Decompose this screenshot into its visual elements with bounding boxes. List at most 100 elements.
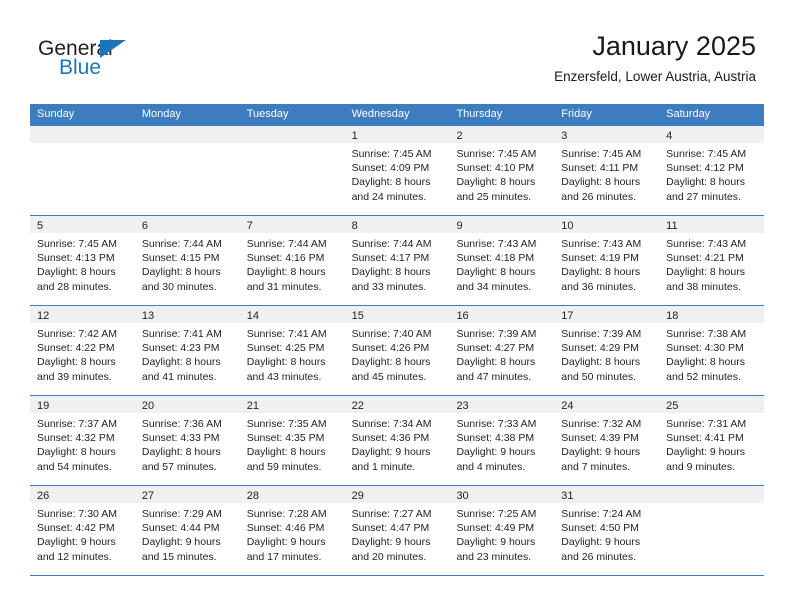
daylight-text-line1: Daylight: 8 hours xyxy=(246,446,326,459)
day-details: Sunrise: 7:45 AM Sunset: 4:09 PM Dayligh… xyxy=(345,143,450,204)
weekday-header-wednesday: Wednesday xyxy=(351,108,410,120)
day-number: 14 xyxy=(246,310,259,322)
day-number: 11 xyxy=(666,220,678,232)
day-cell[interactable]: 1 Sunrise: 7:45 AM Sunset: 4:09 PM Dayli… xyxy=(344,126,450,215)
day-details: Sunrise: 7:37 AM Sunset: 4:32 PM Dayligh… xyxy=(30,413,135,474)
sunset-text: Sunset: 4:29 PM xyxy=(561,342,639,355)
day-cell[interactable]: 17 Sunrise: 7:39 AM Sunset: 4:29 PM Dayl… xyxy=(554,306,660,395)
day-cell[interactable]: 24 Sunrise: 7:32 AM Sunset: 4:39 PM Dayl… xyxy=(554,396,660,485)
day-cell[interactable]: 30 Sunrise: 7:25 AM Sunset: 4:49 PM Dayl… xyxy=(449,486,555,575)
day-cell[interactable]: 6 Sunrise: 7:44 AM Sunset: 4:15 PM Dayli… xyxy=(134,216,240,305)
day-cell[interactable]: 20 Sunrise: 7:36 AM Sunset: 4:33 PM Dayl… xyxy=(134,396,240,485)
day-cell[interactable] xyxy=(239,126,345,215)
sunset-text: Sunset: 4:36 PM xyxy=(351,432,430,445)
day-cell[interactable]: 18 Sunrise: 7:38 AM Sunset: 4:30 PM Dayl… xyxy=(659,306,765,395)
day-cell[interactable]: 29 Sunrise: 7:27 AM Sunset: 4:47 PM Dayl… xyxy=(344,486,450,575)
day-cell[interactable]: 8 Sunrise: 7:44 AM Sunset: 4:17 PM Dayli… xyxy=(344,216,450,305)
week-row: 26 Sunrise: 7:30 AM Sunset: 4:42 PM Dayl… xyxy=(30,485,765,575)
sunset-text: Sunset: 4:33 PM xyxy=(141,432,220,445)
day-details: Sunrise: 7:28 AM Sunset: 4:46 PM Dayligh… xyxy=(240,503,345,564)
sunrise-text: Sunrise: 7:44 AM xyxy=(246,238,327,250)
week-row: 12 Sunrise: 7:42 AM Sunset: 4:22 PM Dayl… xyxy=(30,305,765,395)
sunset-text: Sunset: 4:26 PM xyxy=(351,342,430,355)
daylight-text-line1: Daylight: 8 hours xyxy=(561,356,641,369)
day-cell[interactable] xyxy=(134,126,240,215)
sunset-text: Sunset: 4:39 PM xyxy=(561,432,639,445)
day-cell[interactable]: 12 Sunrise: 7:42 AM Sunset: 4:22 PM Dayl… xyxy=(30,306,135,395)
day-number-band: 5 xyxy=(30,216,135,233)
daylight-text-line2: and 7 minutes. xyxy=(561,460,631,473)
day-cell[interactable]: 21 Sunrise: 7:35 AM Sunset: 4:35 PM Dayl… xyxy=(239,396,345,485)
daylight-text-line1: Daylight: 9 hours xyxy=(456,536,536,549)
day-number-band xyxy=(239,126,345,143)
day-cell[interactable]: 28 Sunrise: 7:28 AM Sunset: 4:46 PM Dayl… xyxy=(239,486,345,575)
day-cell[interactable]: 7 Sunrise: 7:44 AM Sunset: 4:16 PM Dayli… xyxy=(239,216,345,305)
day-cell[interactable]: 22 Sunrise: 7:34 AM Sunset: 4:36 PM Dayl… xyxy=(344,396,450,485)
daylight-text-line1: Daylight: 9 hours xyxy=(246,536,326,549)
day-number: 29 xyxy=(351,490,364,502)
day-details: Sunrise: 7:43 AM Sunset: 4:18 PM Dayligh… xyxy=(449,233,554,294)
day-number-band: 2 xyxy=(449,126,555,143)
daylight-text-line2: and 23 minutes. xyxy=(456,550,532,563)
day-details: Sunrise: 7:39 AM Sunset: 4:27 PM Dayligh… xyxy=(449,323,554,384)
day-cell[interactable]: 31 Sunrise: 7:24 AM Sunset: 4:50 PM Dayl… xyxy=(554,486,660,575)
day-cell[interactable] xyxy=(659,486,765,575)
day-cell[interactable]: 2 Sunrise: 7:45 AM Sunset: 4:10 PM Dayli… xyxy=(449,126,555,215)
sunset-text: Sunset: 4:38 PM xyxy=(456,432,535,445)
sunset-text: Sunset: 4:47 PM xyxy=(351,522,430,535)
day-cell[interactable]: 15 Sunrise: 7:40 AM Sunset: 4:26 PM Dayl… xyxy=(344,306,450,395)
day-details: Sunrise: 7:27 AM Sunset: 4:47 PM Dayligh… xyxy=(345,503,450,564)
day-number-band: 23 xyxy=(449,396,555,413)
sunrise-text: Sunrise: 7:28 AM xyxy=(246,508,327,520)
daylight-text-line1: Daylight: 8 hours xyxy=(561,176,641,189)
sunrise-text: Sunrise: 7:24 AM xyxy=(561,508,642,520)
day-number-band: 30 xyxy=(449,486,555,503)
day-cell[interactable]: 5 Sunrise: 7:45 AM Sunset: 4:13 PM Dayli… xyxy=(30,216,135,305)
daylight-text-line1: Daylight: 8 hours xyxy=(351,176,431,189)
day-number: 17 xyxy=(561,310,574,322)
day-details: Sunrise: 7:44 AM Sunset: 4:16 PM Dayligh… xyxy=(240,233,345,294)
day-number-band xyxy=(30,126,135,143)
sunrise-text: Sunrise: 7:37 AM xyxy=(37,418,117,430)
day-number-band: 20 xyxy=(134,396,240,413)
sunset-text: Sunset: 4:49 PM xyxy=(456,522,535,535)
sunrise-text: Sunrise: 7:33 AM xyxy=(456,418,537,430)
daylight-text-line1: Daylight: 9 hours xyxy=(351,536,431,549)
day-cell[interactable]: 11 Sunrise: 7:43 AM Sunset: 4:21 PM Dayl… xyxy=(659,216,765,305)
day-number-band: 12 xyxy=(30,306,135,323)
daylight-text-line2: and 26 minutes. xyxy=(561,190,637,203)
day-cell[interactable]: 19 Sunrise: 7:37 AM Sunset: 4:32 PM Dayl… xyxy=(30,396,135,485)
day-cell[interactable]: 26 Sunrise: 7:30 AM Sunset: 4:42 PM Dayl… xyxy=(30,486,135,575)
daylight-text-line1: Daylight: 8 hours xyxy=(456,356,536,369)
brand-name-blue: Blue xyxy=(59,56,102,79)
day-number-band: 9 xyxy=(449,216,555,233)
day-number-band: 4 xyxy=(659,126,765,143)
weekday-header-monday: Monday xyxy=(141,108,181,120)
daylight-text-line2: and 28 minutes. xyxy=(37,280,112,293)
day-cell[interactable]: 4 Sunrise: 7:45 AM Sunset: 4:12 PM Dayli… xyxy=(659,126,765,215)
sunrise-text: Sunrise: 7:35 AM xyxy=(246,418,327,430)
day-number-band: 6 xyxy=(134,216,240,233)
day-cell[interactable]: 14 Sunrise: 7:41 AM Sunset: 4:25 PM Dayl… xyxy=(239,306,345,395)
day-cell[interactable]: 16 Sunrise: 7:39 AM Sunset: 4:27 PM Dayl… xyxy=(449,306,555,395)
day-cell[interactable]: 25 Sunrise: 7:31 AM Sunset: 4:41 PM Dayl… xyxy=(659,396,765,485)
sunrise-text: Sunrise: 7:44 AM xyxy=(141,238,222,250)
day-cell[interactable]: 10 Sunrise: 7:43 AM Sunset: 4:19 PM Dayl… xyxy=(554,216,660,305)
day-number: 2 xyxy=(456,130,463,142)
day-number: 15 xyxy=(351,310,364,322)
day-number: 9 xyxy=(456,220,463,232)
weekday-header-thursday: Thursday xyxy=(456,108,503,120)
day-details: Sunrise: 7:25 AM Sunset: 4:49 PM Dayligh… xyxy=(449,503,554,564)
daylight-text-line2: and 4 minutes. xyxy=(456,460,526,473)
day-number-band: 21 xyxy=(239,396,345,413)
brand-logo[interactable]: General Blue xyxy=(38,38,158,86)
day-cell[interactable]: 9 Sunrise: 7:43 AM Sunset: 4:18 PM Dayli… xyxy=(449,216,555,305)
day-cell[interactable]: 23 Sunrise: 7:33 AM Sunset: 4:38 PM Dayl… xyxy=(449,396,555,485)
day-cell[interactable] xyxy=(30,126,135,215)
day-cell[interactable]: 27 Sunrise: 7:29 AM Sunset: 4:44 PM Dayl… xyxy=(134,486,240,575)
day-cell[interactable]: 3 Sunrise: 7:45 AM Sunset: 4:11 PM Dayli… xyxy=(554,126,660,215)
day-details: Sunrise: 7:24 AM Sunset: 4:50 PM Dayligh… xyxy=(554,503,659,564)
daylight-text-line2: and 33 minutes. xyxy=(351,280,427,293)
daylight-text-line1: Daylight: 9 hours xyxy=(666,446,745,459)
day-cell[interactable]: 13 Sunrise: 7:41 AM Sunset: 4:23 PM Dayl… xyxy=(134,306,240,395)
